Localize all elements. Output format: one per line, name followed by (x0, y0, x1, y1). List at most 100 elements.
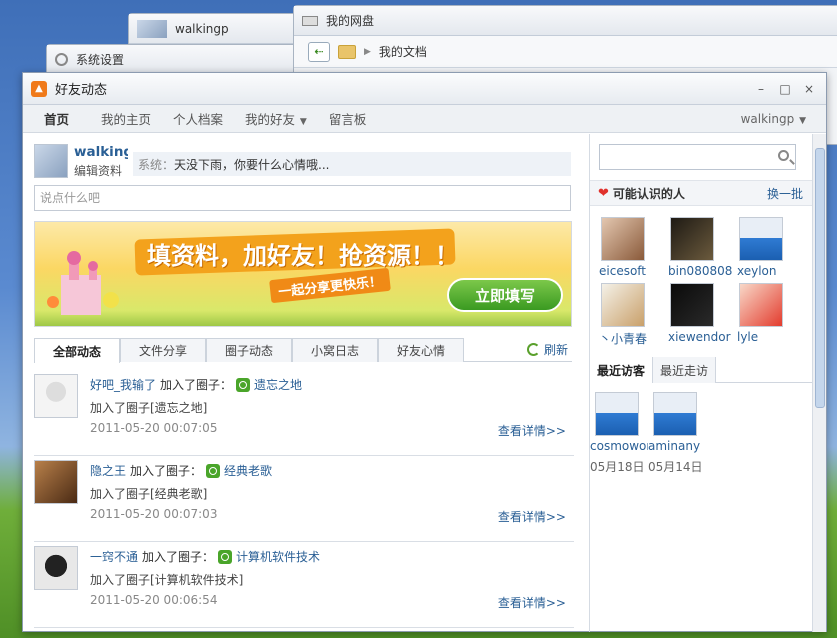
main-nav: 首页 我的主页 个人档案 我的好友 ▼ 留言板 walkingp ▼ (23, 105, 826, 133)
visitor-date: 05月14日 (648, 460, 703, 474)
visitor-tabs: 最近访客 最近走访 (590, 357, 813, 383)
banner-headline: 填资料，加好友！抢资源！！ (147, 242, 459, 270)
search-input[interactable] (599, 144, 796, 170)
disk-icon (302, 15, 318, 26)
friend-feed-window: ▲ 好友动态 – □ × 首页 我的主页 个人档案 我的好友 ▼ 留言板 wal… (22, 72, 827, 632)
feed-detail-text: 加入了圈子[遗忘之地] (90, 401, 208, 415)
gear-icon (55, 53, 68, 66)
netdisk-window-title: 我的网盘 (326, 14, 375, 28)
avatar[interactable] (601, 217, 645, 261)
visitor-card[interactable]: cosmowor 05月18日 (590, 392, 648, 474)
close-icon[interactable]: × (802, 82, 816, 96)
fill-now-button[interactable]: 立即填写 (447, 278, 563, 312)
feed-user[interactable]: 一窍不通 (90, 548, 138, 565)
refresh-icon (527, 343, 540, 356)
view-details-link[interactable]: 查看详情>> (498, 594, 566, 611)
content-area: walkingp 编辑资料 系统： 天没下雨，你要什么心情哦... 说点什么吧 (23, 134, 813, 632)
person-name[interactable]: lyle (737, 330, 806, 344)
status-input[interactable]: 说点什么吧 (34, 185, 571, 211)
person-card[interactable]: lyle (737, 283, 806, 347)
feed-item: 隐之王 加入了圈子： 经典老歌 加入了圈子[经典老歌] 2011-05-20 0… (34, 456, 574, 542)
refresh-label: 刷新 (544, 343, 569, 357)
person-name[interactable]: xiewendor (668, 330, 737, 344)
avatar[interactable] (670, 217, 714, 261)
view-details-link[interactable]: 查看详情>> (498, 508, 566, 525)
minimize-icon[interactable]: – (754, 82, 768, 96)
tab-blog[interactable]: 小窝日志 (292, 338, 378, 362)
view-details-link[interactable]: 查看详情>> (498, 422, 566, 439)
avatar[interactable] (34, 460, 78, 504)
tab-group-updates[interactable]: 圈子动态 (206, 338, 292, 362)
scrollbar-thumb[interactable] (815, 148, 825, 408)
visitor-card[interactable]: aminany 05月14日 (648, 392, 706, 474)
feed-group-link[interactable]: 计算机软件技术 (236, 548, 320, 565)
avatar[interactable] (739, 283, 783, 327)
tab-friend-moods[interactable]: 好友心情 (378, 338, 464, 362)
netdisk-path[interactable]: 我的文档 (379, 43, 427, 60)
person-card[interactable]: xiewendor (668, 283, 737, 347)
avatar[interactable] (34, 374, 78, 418)
netdisk-address-bar: ⇠ ▶ 我的文档 (294, 36, 837, 68)
feed-item: 好吧_我输了 加入了圈子： 遗忘之地 加入了圈子[遗忘之地] 2011-05-2… (34, 370, 574, 456)
person-card[interactable]: bin080808 (668, 217, 737, 281)
tab-file-sharing[interactable]: 文件分享 (120, 338, 206, 362)
feed-tabs: 全部动态 文件分享 圈子动态 小窝日志 好友心情 (34, 338, 572, 363)
refresh-button[interactable]: 刷新 (527, 341, 568, 358)
feed-time: 2011-05-20 00:07:05 (90, 421, 218, 435)
visitor-name[interactable]: aminany (648, 439, 706, 453)
profile-name[interactable]: walkingp (74, 144, 128, 160)
nav-my-friends[interactable]: 我的好友 ▼ (234, 109, 318, 128)
person-name[interactable]: bin080808 (668, 264, 737, 278)
nav-message-board[interactable]: 留言板 (318, 109, 378, 128)
person-card[interactable]: eicesoft (599, 217, 668, 281)
person-name[interactable]: eicesoft (599, 264, 668, 278)
window-titlebar[interactable]: ▲ 好友动态 – □ × (23, 73, 826, 105)
may-know-header: ❤ 可能认识的人 换一批 (590, 180, 813, 206)
person-name[interactable]: xeylon (737, 264, 806, 278)
nav-home[interactable]: 首页 (23, 109, 90, 128)
nav-my-friends-label: 我的好友 (245, 112, 296, 127)
visitor-name[interactable]: cosmowor (590, 439, 648, 453)
vertical-scrollbar[interactable] (812, 134, 826, 632)
avatar[interactable] (670, 283, 714, 327)
avatar[interactable] (601, 283, 645, 327)
feed-action: 加入了圈子： (160, 378, 233, 392)
edit-profile-link[interactable]: 编辑资料 (74, 162, 128, 179)
chevron-down-icon[interactable]: ▼ (297, 117, 307, 127)
person-name[interactable]: 丶小青春 (599, 330, 668, 347)
avatar[interactable] (34, 144, 68, 178)
avatar[interactable] (739, 217, 783, 261)
feed-detail-text: 加入了圈子[经典老歌] (90, 487, 208, 501)
promo-banner[interactable]: 填资料，加好友！抢资源！！ 一起分享更快乐！ 立即填写 (34, 221, 572, 327)
window-controls: – □ × (754, 82, 826, 96)
refresh-suggestions-link[interactable]: 换一批 (767, 185, 803, 202)
feed-group-link[interactable]: 遗忘之地 (254, 376, 302, 393)
suggested-people: eicesoft bin080808 xeylon 丶小青春 xiewendor (599, 217, 809, 347)
person-card[interactable]: xeylon (737, 217, 806, 281)
user-menu[interactable]: walkingp ▼ (741, 112, 826, 126)
nav-profile[interactable]: 个人档案 (162, 109, 234, 128)
app-logo-icon: ▲ (31, 80, 47, 97)
nav-my-homepage[interactable]: 我的主页 (90, 109, 162, 128)
avatar[interactable] (595, 392, 639, 436)
feed-user[interactable]: 隐之王 (90, 462, 126, 479)
avatar[interactable] (653, 392, 697, 436)
search-icon[interactable] (778, 150, 789, 161)
visitor-list: cosmowor 05月18日 aminany 05月14日 (590, 392, 706, 474)
maximize-icon[interactable]: □ (778, 82, 792, 96)
back-arrow-icon[interactable]: ⇠ (308, 41, 330, 62)
feed-time: 2011-05-20 00:06:54 (90, 593, 218, 607)
netdisk-window-titlebar[interactable]: 我的网盘 (294, 6, 837, 36)
settings-window-title: 系统设置 (76, 53, 125, 67)
tab-all-updates[interactable]: 全部动态 (34, 338, 120, 363)
settings-window-titlebar[interactable]: 系统设置 (47, 45, 305, 75)
person-card[interactable]: 丶小青春 (599, 283, 668, 347)
tab-recent-visits[interactable]: 最近走访 (653, 357, 717, 383)
window-title: 好友动态 (55, 83, 108, 98)
feed-time: 2011-05-20 00:07:03 (90, 507, 218, 521)
avatar[interactable] (34, 546, 78, 590)
feed-group-link[interactable]: 经典老歌 (224, 462, 272, 479)
feed-action: 加入了圈子： (142, 550, 215, 564)
tab-recent-visitors[interactable]: 最近访客 (590, 357, 654, 383)
feed-user[interactable]: 好吧_我输了 (90, 376, 156, 393)
